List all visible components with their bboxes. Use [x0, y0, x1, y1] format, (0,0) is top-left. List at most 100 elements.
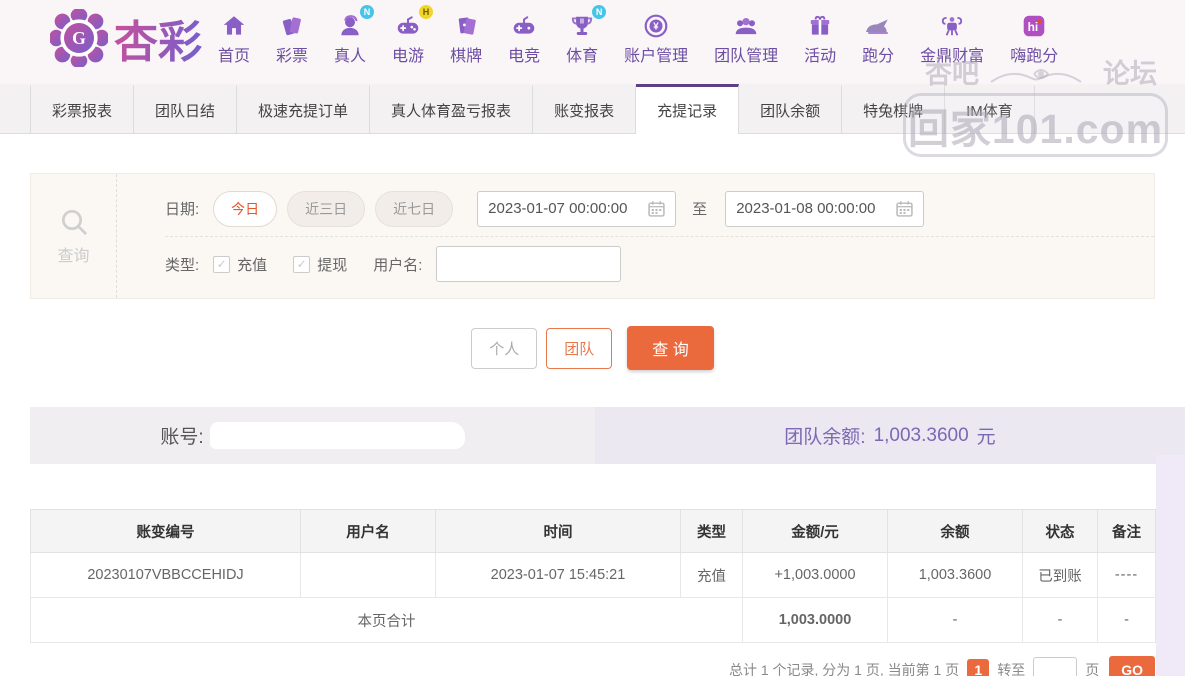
date-from-input[interactable]: [488, 200, 640, 217]
type-checkbox-deposit[interactable]: 充值: [213, 254, 267, 275]
tab-special-games[interactable]: 特兔棋牌: [842, 84, 945, 133]
query-button[interactable]: 查 询: [627, 326, 713, 370]
yuan-coin-icon: ¥: [643, 13, 669, 39]
account-redacted-value: [210, 422, 465, 449]
tab-team-daily[interactable]: 团队日结: [134, 84, 237, 133]
new-badge: N: [360, 5, 374, 19]
tab-lottery-report[interactable]: 彩票报表: [30, 84, 134, 133]
tab-express-deposit-orders[interactable]: 极速充提订单: [237, 84, 370, 133]
nav-wealth[interactable]: 金鼎财富: [920, 11, 984, 66]
cell-username-redacted: [301, 553, 436, 598]
team-people-icon: [732, 13, 760, 39]
col-username: 用户名: [301, 510, 436, 553]
type-checkbox-withdraw[interactable]: 提现: [293, 254, 347, 275]
tab-deposit-withdraw-records[interactable]: 充提记录: [636, 84, 739, 134]
nav-slots[interactable]: H 电游: [392, 11, 424, 66]
playing-cards-icon: [453, 13, 479, 39]
hot-badge: H: [419, 5, 433, 19]
nav-esports[interactable]: 电竞: [508, 11, 540, 66]
pagination-bar: 总计 1 个记录, 分为 1 页, 当前第 1 页 1 转至 页 GO: [30, 656, 1155, 676]
gamepad-icon: [394, 13, 422, 39]
table-row: 20230107VBBCCEHIDJ 2023-01-07 15:45:21 充…: [31, 553, 1156, 598]
nav-sports[interactable]: II N 体育: [566, 11, 598, 66]
current-page-button[interactable]: 1: [967, 659, 989, 676]
date-from-box: [477, 191, 676, 227]
team-balance-value: 1,003.3600: [874, 425, 969, 447]
team-button[interactable]: 团队: [546, 328, 612, 369]
summary-balance: -: [888, 598, 1023, 643]
brand-logo[interactable]: G 杏彩: [50, 6, 202, 70]
nav-account-management[interactable]: ¥ 账户管理: [624, 11, 688, 66]
search-icon: [58, 206, 90, 238]
brand-flower-icon: G: [50, 9, 108, 67]
checkbox-icon[interactable]: [293, 256, 310, 273]
date-to-label: 至: [692, 198, 707, 219]
summary-label: 本页合计: [31, 598, 743, 643]
nav-home[interactable]: 首页: [218, 11, 250, 66]
nav-lottery[interactable]: 彩票: [276, 11, 308, 66]
nav-paofen[interactable]: 跑分: [862, 11, 894, 66]
team-balance-section: 团队余额: 1,003.3600 元: [595, 407, 1185, 464]
running-rhino-icon: [863, 13, 893, 39]
home-icon: [221, 13, 247, 39]
cell-change-id: 20230107VBBCCEHIDJ: [31, 553, 301, 598]
nav-cards[interactable]: 棋牌: [450, 11, 482, 66]
username-label: 用户名:: [373, 254, 422, 275]
new-badge: N: [592, 5, 606, 19]
cell-amount: +1,003.0000: [743, 553, 888, 598]
tab-account-change-report[interactable]: 账变报表: [533, 84, 636, 133]
date-filter-row: 日期: 今日 近三日 近七日 至: [165, 181, 1154, 236]
main-nav: 首页 彩票 N 真人 H 电游 棋牌 电竞 II N 体育: [218, 11, 1058, 66]
team-balance-label: 团队余额:: [784, 422, 865, 449]
live-dealer-icon: [337, 13, 363, 39]
summary-status: -: [1023, 598, 1098, 643]
tab-live-sports-pnl-report[interactable]: 真人体育盈亏报表: [370, 84, 533, 133]
hi-app-icon: hi: [1021, 13, 1047, 39]
lottery-ticket-icon: [279, 13, 305, 39]
username-input[interactable]: [436, 246, 621, 282]
search-filter-panel: 查询 日期: 今日 近三日 近七日 至 类型: 充值: [30, 173, 1155, 299]
go-button[interactable]: GO: [1109, 656, 1155, 676]
table-summary-row: 本页合计 1,003.0000 - - -: [31, 598, 1156, 643]
report-tabbar: 彩票报表 团队日结 极速充提订单 真人体育盈亏报表 账变报表 充提记录 团队余额…: [0, 84, 1185, 134]
goto-label: 转至: [997, 660, 1025, 676]
esports-gamepad-icon: [510, 13, 538, 39]
top-nav-bar: G 杏彩 首页 彩票 N 真人 H 电游 棋牌 电竞: [0, 0, 1185, 84]
cell-status: 已到账: [1023, 553, 1098, 598]
svg-text:G: G: [72, 28, 86, 48]
pagination-summary: 总计 1 个记录, 分为 1 页, 当前第 1 页: [729, 660, 959, 676]
trophy-icon: II: [569, 13, 595, 39]
col-time: 时间: [436, 510, 681, 553]
filter-section-label: 查询: [31, 174, 117, 298]
account-section: 账号:: [30, 407, 595, 464]
checkbox-icon[interactable]: [213, 256, 230, 273]
cell-type: 充值: [681, 553, 743, 598]
team-balance-unit: 元: [977, 422, 996, 449]
cell-balance: 1,003.3600: [888, 553, 1023, 598]
col-balance: 余额: [888, 510, 1023, 553]
svg-text:¥: ¥: [653, 21, 659, 32]
date-to-input[interactable]: [736, 200, 888, 217]
range-3days-button[interactable]: 近三日: [287, 191, 365, 227]
calendar-icon[interactable]: [896, 200, 913, 217]
col-remark: 备注: [1098, 510, 1156, 553]
range-today-button[interactable]: 今日: [213, 191, 277, 227]
tab-team-balance[interactable]: 团队余额: [739, 84, 842, 133]
action-buttons-row: 个人 团队 查 询: [0, 326, 1185, 370]
cell-remark: ----: [1098, 553, 1156, 598]
calendar-icon[interactable]: [648, 200, 665, 217]
gift-icon: [807, 13, 833, 39]
nav-team-management[interactable]: 团队管理: [714, 11, 778, 66]
nav-hi-paofen[interactable]: hi 嗨跑分: [1010, 11, 1058, 66]
tab-im-sports[interactable]: IM体育: [945, 84, 1035, 133]
personal-button[interactable]: 个人: [471, 328, 537, 369]
range-7days-button[interactable]: 近七日: [375, 191, 453, 227]
type-label: 类型:: [165, 254, 199, 275]
nav-promotions[interactable]: 活动: [804, 11, 836, 66]
date-label: 日期:: [165, 198, 199, 219]
summary-amount: 1,003.0000: [743, 598, 888, 643]
nav-live-casino[interactable]: N 真人: [334, 11, 366, 66]
golden-ding-icon: [939, 13, 965, 39]
goto-page-input[interactable]: [1033, 657, 1077, 676]
col-status: 状态: [1023, 510, 1098, 553]
